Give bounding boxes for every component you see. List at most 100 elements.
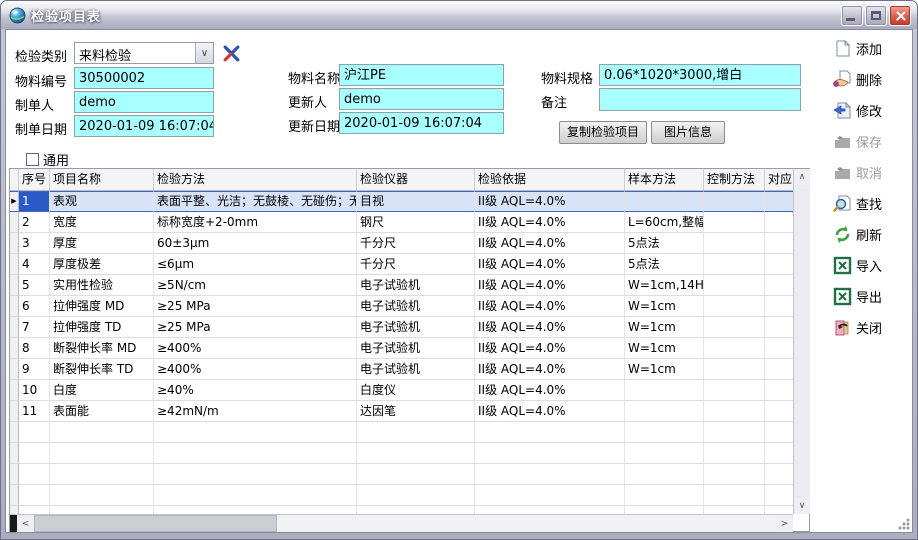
table-cell[interactable] (765, 233, 793, 254)
table-cell[interactable]: 表面能 (50, 401, 154, 422)
table-cell[interactable]: 电子试验机 (357, 317, 475, 338)
table-cell[interactable] (704, 359, 765, 380)
table-cell[interactable] (765, 338, 793, 359)
table-cell[interactable]: 电子试验机 (357, 338, 475, 359)
save-button[interactable]: 保存 (833, 130, 915, 152)
table-cell[interactable]: ≥25 MPa (154, 317, 357, 338)
table-cell[interactable] (704, 275, 765, 296)
spec-field[interactable]: 0.06*1020*3000,增白 (599, 64, 801, 86)
table-cell[interactable]: II级 AQL=4.0% (475, 275, 625, 296)
add-button[interactable]: 添加 (833, 37, 915, 59)
material-name-field[interactable]: 沪江PE (339, 64, 504, 86)
table-row[interactable]: 8断裂伸长率 MD≥400%电子试验机II级 AQL=4.0%W=1cm (10, 338, 793, 359)
table-cell[interactable]: II级 AQL=4.0% (475, 359, 625, 380)
table-row[interactable]: 10白度≥40%白度仪II级 AQL=4.0% (10, 380, 793, 401)
table-cell[interactable]: 千分尺 (357, 233, 475, 254)
table-cell[interactable]: ≥25 MPa (154, 296, 357, 317)
table-cell[interactable]: 表观 (50, 191, 154, 212)
table-row[interactable]: 4厚度极差≤6μm千分尺II级 AQL=4.0%5点法 (10, 254, 793, 275)
table-cell[interactable]: 表面平整、光洁；无鼓棱、无碰伤；无 (154, 191, 357, 212)
table-cell[interactable]: 7 (19, 317, 50, 338)
close-button[interactable] (889, 5, 911, 26)
table-cell[interactable]: ≥400% (154, 338, 357, 359)
column-header[interactable]: 样本方法 (625, 169, 704, 190)
table-cell[interactable] (625, 191, 704, 212)
column-header[interactable]: 检验依据 (475, 169, 625, 190)
table-cell[interactable]: II级 AQL=4.0% (475, 380, 625, 401)
row-selector[interactable] (10, 254, 19, 275)
table-cell[interactable]: ≤6μm (154, 254, 357, 275)
import-button[interactable]: 导入 (833, 254, 915, 276)
find-button[interactable]: 查找 (833, 192, 915, 214)
table-cell[interactable]: 拉伸强度 MD (50, 296, 154, 317)
table-cell[interactable]: ≥5N/cm (154, 275, 357, 296)
splitter-handle[interactable] (10, 515, 17, 532)
maximize-button[interactable] (865, 5, 887, 26)
row-selector[interactable] (10, 296, 19, 317)
table-cell[interactable]: 拉伸强度 TD (50, 317, 154, 338)
modify-button[interactable]: 修改 (833, 99, 915, 121)
refresh-button[interactable]: 刷新 (833, 223, 915, 245)
table-cell[interactable]: W=1cm (625, 359, 704, 380)
table-row[interactable]: 2宽度标称宽度+2-0mm钢尺II级 AQL=4.0%L=60cm,整幅 (10, 212, 793, 233)
column-header[interactable]: 序号 (19, 169, 50, 190)
table-cell[interactable]: 电子试验机 (357, 296, 475, 317)
table-cell[interactable] (704, 212, 765, 233)
table-cell[interactable]: 宽度 (50, 212, 154, 233)
table-cell[interactable]: W=1cm (625, 296, 704, 317)
close-form-button[interactable]: 关闭 (833, 316, 915, 338)
table-cell[interactable] (765, 191, 793, 212)
table-cell[interactable] (625, 401, 704, 422)
table-cell[interactable]: 5点法 (625, 233, 704, 254)
updater-field[interactable]: demo (339, 88, 504, 110)
table-cell[interactable]: 断裂伸长率 TD (50, 359, 154, 380)
column-header[interactable]: 对应 (765, 169, 793, 190)
table-row[interactable]: 3厚度60±3μm千分尺II级 AQL=4.0%5点法 (10, 233, 793, 254)
minimize-button[interactable] (841, 5, 863, 26)
table-cell[interactable]: ≥42mN/m (154, 401, 357, 422)
table-row[interactable]: 9断裂伸长率 TD≥400%电子试验机II级 AQL=4.0%W=1cm (10, 359, 793, 380)
create-date-field[interactable]: 2020-01-09 16:07:04 (74, 115, 214, 137)
table-cell[interactable]: 厚度极差 (50, 254, 154, 275)
vertical-scrollbar[interactable]: ∧ ∨ (793, 169, 810, 514)
table-cell[interactable] (765, 359, 793, 380)
row-selector[interactable] (10, 233, 19, 254)
column-header[interactable]: 项目名称 (50, 169, 154, 190)
table-cell[interactable] (765, 380, 793, 401)
table-cell[interactable] (704, 296, 765, 317)
table-cell[interactable]: 4 (19, 254, 50, 275)
table-cell[interactable] (765, 275, 793, 296)
row-selector[interactable] (10, 380, 19, 401)
scroll-up-icon[interactable]: ∧ (794, 169, 810, 185)
row-selector[interactable] (10, 359, 19, 380)
row-selector[interactable] (10, 401, 19, 422)
category-dropdown[interactable]: 来料检验 ∨ (74, 42, 214, 64)
table-cell[interactable]: 10 (19, 380, 50, 401)
table-cell[interactable] (704, 401, 765, 422)
table-cell[interactable] (765, 401, 793, 422)
table-cell[interactable]: 厚度 (50, 233, 154, 254)
horizontal-scroll-thumb[interactable] (34, 515, 277, 532)
table-cell[interactable] (765, 317, 793, 338)
title-bar[interactable]: 检验项目表 (1, 1, 917, 29)
column-header[interactable]: 检验方法 (154, 169, 357, 190)
table-cell[interactable]: 11 (19, 401, 50, 422)
export-button[interactable]: 导出 (833, 285, 915, 307)
table-cell[interactable]: 达因笔 (357, 401, 475, 422)
chevron-down-icon[interactable]: ∨ (195, 43, 213, 63)
table-cell[interactable]: 标称宽度+2-0mm (154, 212, 357, 233)
table-cell[interactable]: II级 AQL=4.0% (475, 317, 625, 338)
table-cell[interactable]: 5 (19, 275, 50, 296)
resize-grip[interactable] (898, 518, 910, 530)
column-header[interactable]: 检验仪器 (357, 169, 475, 190)
table-cell[interactable]: II级 AQL=4.0% (475, 233, 625, 254)
table-cell[interactable]: W=1cm,14H (625, 275, 704, 296)
table-row[interactable]: 11表面能≥42mN/m达因笔II级 AQL=4.0% (10, 401, 793, 422)
table-cell[interactable]: II级 AQL=4.0% (475, 191, 625, 212)
table-cell[interactable]: 白度仪 (357, 380, 475, 401)
table-cell[interactable] (704, 338, 765, 359)
remark-field[interactable] (599, 88, 801, 111)
row-selector[interactable] (10, 275, 19, 296)
table-cell[interactable]: ≥40% (154, 380, 357, 401)
creator-field[interactable]: demo (74, 91, 214, 113)
